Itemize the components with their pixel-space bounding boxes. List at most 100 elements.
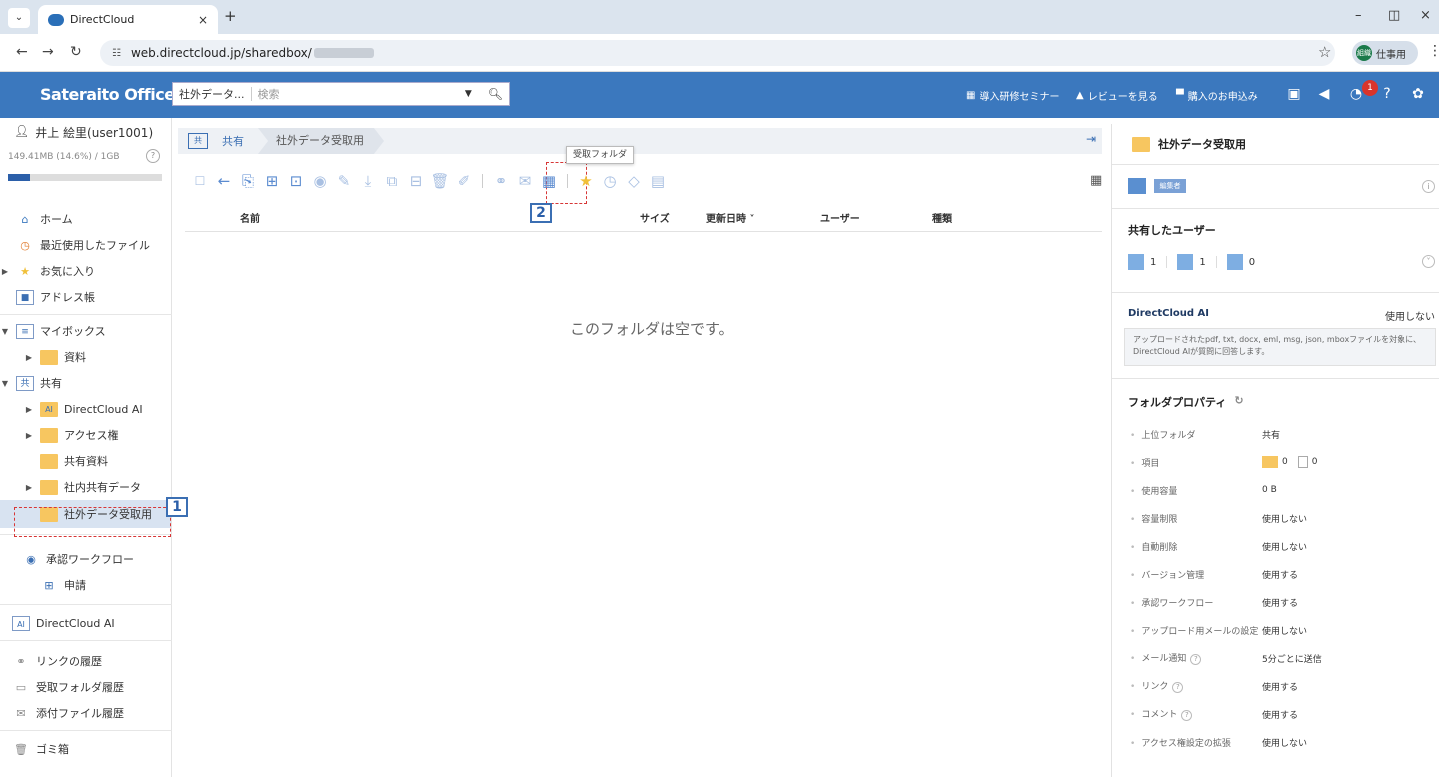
search-input[interactable]: 検索 (258, 86, 459, 102)
expand-arrow-icon[interactable]: ▶ (24, 431, 34, 440)
help-icon[interactable]: ? (1181, 710, 1193, 721)
bookmark-star-icon[interactable]: ☆ (1318, 43, 1331, 61)
tab-search-icon[interactable]: ⌄ (8, 8, 30, 28)
column-size[interactable]: サイズ (640, 210, 670, 225)
external-user-count: 0 (1248, 256, 1256, 268)
search-scope[interactable]: 社外データ... (179, 86, 245, 102)
restore-icon[interactable]: ◫ (1388, 8, 1400, 23)
profile-button[interactable]: 組織 仕事用 (1352, 41, 1418, 65)
sidebar-item-attach-history[interactable]: ✉ 添付ファイル履歴 (0, 700, 171, 726)
sidebar-item-directcloud-ai-root[interactable]: AI DirectCloud AI (0, 610, 171, 636)
expand-arrow-icon[interactable]: ▶ (24, 483, 34, 492)
refresh-icon[interactable]: ↻ (1234, 394, 1243, 410)
delete-icon[interactable]: 🗑︎ (430, 171, 450, 191)
brand-logo[interactable]: Sateraito Office (40, 85, 175, 104)
sidebar-item-access[interactable]: ▶ アクセス権 (0, 422, 171, 448)
column-type[interactable]: 種類 (932, 210, 952, 225)
lock-icon[interactable]: ▤ (648, 171, 668, 191)
quota-help-icon[interactable]: ? (146, 149, 160, 163)
browser-tab[interactable]: DirectCloud × (38, 5, 218, 34)
reload-icon[interactable]: ↻ (70, 44, 82, 60)
purchase-link[interactable]: ▀ 購入のお申込み (1176, 88, 1258, 103)
help-icon[interactable]: ? (1377, 84, 1397, 104)
mail-icon[interactable]: ✉ (515, 171, 535, 191)
column-name[interactable]: 名前 (240, 210, 260, 225)
edit-pencil-icon[interactable]: ✎ (334, 171, 354, 191)
browser-menu-icon[interactable]: ⋮ (1428, 43, 1439, 59)
expand-chevron-icon[interactable]: ˅ (1422, 255, 1435, 268)
link-icon[interactable]: ⚭ (491, 171, 511, 191)
sidebar-item-address-book[interactable]: ■ アドレス帳 (0, 284, 171, 310)
preview-eye-icon[interactable]: ◉ (310, 171, 330, 191)
ai-setting-row: DirectCloud AI 使用しない (1128, 308, 1439, 323)
move-icon[interactable]: ⊟ (406, 171, 426, 191)
close-window-icon[interactable]: × (1420, 8, 1431, 23)
sidebar-item-receive-history[interactable]: ▭ 受取フォルダ履歴 (0, 674, 171, 700)
site-info-icon[interactable]: ☷ (112, 48, 121, 59)
search-icon[interactable]: 🔍︎ (488, 87, 503, 101)
megaphone-icon[interactable]: ◀ (1314, 84, 1334, 104)
favorite-star-icon[interactable]: ★ (576, 171, 596, 191)
search-dropdown-icon[interactable]: ▼ (465, 89, 472, 99)
expand-arrow-icon[interactable]: ▶ (24, 353, 34, 362)
select-all-checkbox[interactable]: ☐ (190, 171, 210, 191)
sidebar-item-recent[interactable]: ◷ 最近使用したファイル (0, 232, 171, 258)
new-file-icon[interactable]: ⊡ (286, 171, 306, 191)
minimize-icon[interactable]: – (1355, 8, 1362, 23)
user-menu[interactable]: 👤︎ 井上 絵里(user1001) (14, 124, 153, 141)
seminar-link[interactable]: ▦ 導入研修セミナー (966, 88, 1059, 103)
sidebar-item-trash[interactable]: 🗑︎ ゴミ箱 (0, 736, 171, 762)
help-icon[interactable]: ? (1172, 682, 1184, 693)
ai-icon[interactable]: ▣ (1284, 84, 1304, 104)
breadcrumb-shared[interactable]: 共有 (222, 133, 244, 149)
rename-icon[interactable]: ✐ (454, 171, 474, 191)
column-user[interactable]: ユーザー (820, 210, 860, 225)
clock-icon: ◷ (20, 238, 30, 252)
sidebar-item-apply[interactable]: ⊞ 申請 (0, 572, 171, 598)
copy-icon[interactable]: ⧉ (382, 171, 402, 191)
sidebar-item-home[interactable]: ⌂ ホーム (0, 206, 171, 232)
collapse-panel-icon[interactable]: ⇥ (1086, 132, 1096, 146)
new-tab-icon[interactable]: + (224, 7, 237, 25)
ai-setting-title: DirectCloud AI (1128, 308, 1210, 319)
sidebar-item-favorites[interactable]: ▶ ★ お気に入り (0, 258, 171, 284)
expand-arrow-icon[interactable]: ▶ (0, 267, 10, 276)
property-row: 承認ワークフロー 使用する (1112, 588, 1439, 616)
grid-view-icon[interactable]: ▦ (1090, 173, 1102, 188)
shared-box-icon[interactable]: 共 (188, 133, 208, 149)
back-arrow-icon[interactable]: ← (214, 171, 234, 191)
settings-gear-icon[interactable]: ✿ (1408, 84, 1428, 104)
receive-folder-icon[interactable]: ▦ (539, 171, 559, 191)
sidebar-item-shiryo[interactable]: ▶ 資料 (0, 344, 171, 370)
collapse-arrow-icon[interactable]: ▼ (0, 327, 10, 336)
download-icon[interactable]: ⤓ (358, 171, 378, 191)
search-box[interactable]: 社外データ... 検索 ▼ 🔍︎ (172, 82, 510, 106)
upload-icon[interactable]: ⎘ (238, 171, 258, 191)
sidebar-item-internal-data[interactable]: ▶ 社内共有データ (0, 474, 171, 500)
sidebar-item-shared[interactable]: ▼ 共共有 (0, 370, 171, 396)
back-icon[interactable]: ← (16, 44, 28, 60)
list-divider (185, 231, 1102, 232)
forward-icon[interactable]: → (42, 44, 54, 60)
sidebar-item-link-history[interactable]: ⚭ リンクの履歴 (0, 648, 171, 674)
sidebar-item-directcloud-ai[interactable]: ▶ AI DirectCloud AI (0, 396, 171, 422)
tab-close-icon[interactable]: × (198, 13, 208, 27)
collapse-arrow-icon[interactable]: ▼ (0, 379, 10, 388)
sidebar-item-workflow[interactable]: ◉ 承認ワークフロー (0, 546, 171, 572)
shared-user-counts[interactable]: 1 1 0 (1128, 254, 1255, 270)
info-icon[interactable]: i (1422, 180, 1435, 193)
column-updated[interactable]: 更新日時 ˅ (706, 210, 754, 225)
review-link[interactable]: ▲ レビューを見る (1076, 88, 1158, 103)
ai-description-line-2: DirectCloud AIが質問に回答します。 (1133, 347, 1270, 356)
sidebar-item-mybox[interactable]: ▼ ≡ マイボックス (0, 318, 171, 344)
sidebar-item-shared-docs[interactable]: 共有資料 (0, 448, 171, 474)
panel-divider (1112, 292, 1439, 293)
url-field[interactable]: ☷ web.directcloud.jp/sharedbox/ (100, 40, 1335, 66)
history-clock-icon[interactable]: ◷ (600, 171, 620, 191)
expand-arrow-icon[interactable]: ▶ (24, 405, 34, 414)
help-icon[interactable]: ? (1190, 654, 1202, 665)
tag-icon[interactable]: ◇ (624, 171, 644, 191)
new-folder-icon[interactable]: ⊞ (262, 171, 282, 191)
cart-icon: ▀ (1176, 90, 1184, 101)
property-key: 項目 (1112, 456, 1262, 469)
